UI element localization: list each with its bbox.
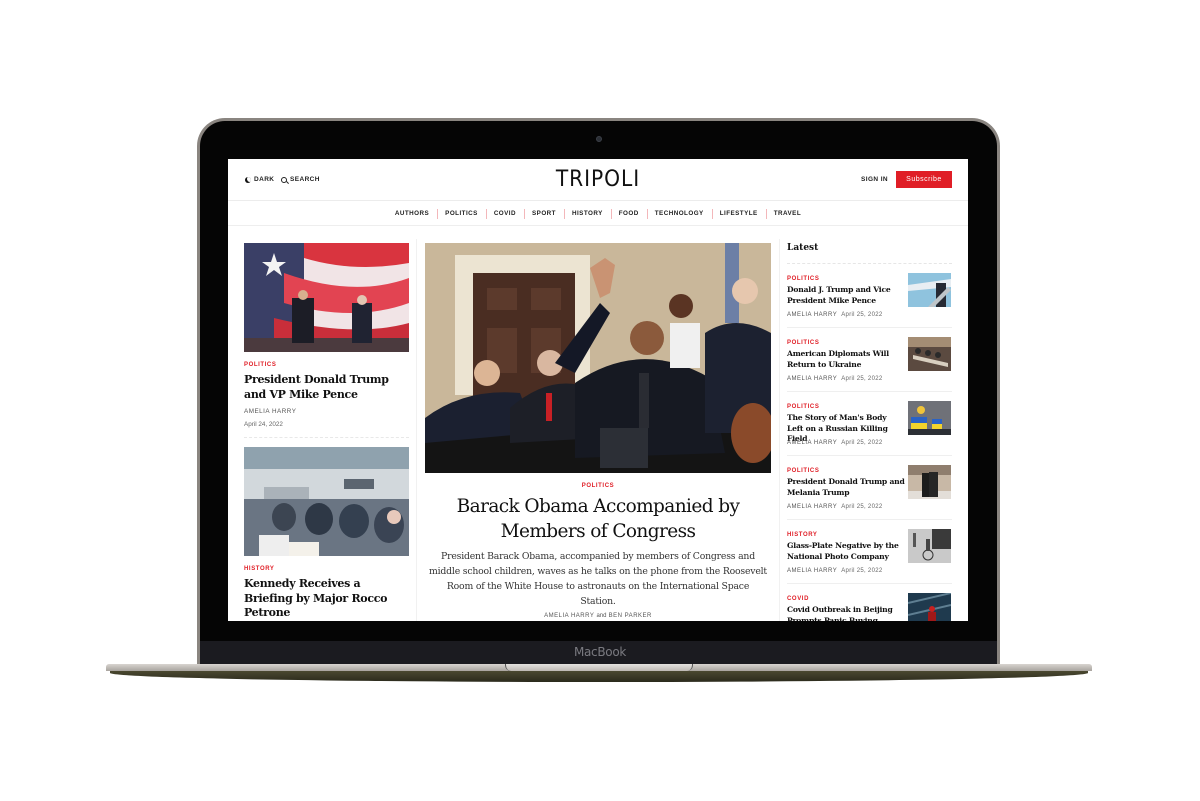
diplomats-table-photo[interactable] <box>908 337 951 371</box>
latest-category[interactable]: COVID <box>787 596 809 602</box>
laptop-hinge-notch <box>505 664 693 671</box>
latest-category[interactable]: HISTORY <box>787 532 818 538</box>
nav-item-politics[interactable]: POLITICS <box>437 209 486 219</box>
subscribe-button[interactable]: Subscribe <box>896 171 952 188</box>
featured-description: President Barack Obama, accompanied by m… <box>429 551 767 607</box>
latest-title[interactable]: Glass-Plate Negative by the National Pho… <box>787 541 905 562</box>
latest-author[interactable]: AMELIA HARRY <box>787 312 837 318</box>
nav-item-travel[interactable]: TRAVEL <box>765 209 809 219</box>
nav-item-lifestyle[interactable]: LIFESTYLE <box>711 209 766 219</box>
article-category[interactable]: POLITICS <box>244 362 409 368</box>
latest-item[interactable]: POLITICS President Donald Trump and Mela… <box>787 456 952 520</box>
obama-phone-photo[interactable] <box>425 243 771 473</box>
glass-plate-photo[interactable] <box>908 529 951 563</box>
latest-category[interactable]: POLITICS <box>787 404 819 410</box>
featured-byline: AMELIA HARRY and BEN PARKER <box>425 613 771 619</box>
latest-author[interactable]: AMELIA HARRY <box>787 568 837 574</box>
ukraine-protest-photo[interactable] <box>908 401 951 435</box>
divider <box>244 437 409 438</box>
trump-melania-photo[interactable] <box>908 465 951 499</box>
device-label: MacBook <box>573 645 627 659</box>
latest-meta: AMELIA HARRY April 25, 2022 <box>787 568 882 574</box>
nav-item-food[interactable]: FOOD <box>610 209 647 219</box>
latest-author[interactable]: AMELIA HARRY <box>787 440 837 446</box>
latest-meta: AMELIA HARRY April 25, 2022 <box>787 312 882 318</box>
latest-item[interactable]: POLITICS The Story of Man's Body Left on… <box>787 392 952 456</box>
nav-item-history[interactable]: HISTORY <box>563 209 611 219</box>
trump-pence-flag-photo[interactable] <box>244 243 409 352</box>
site-logo[interactable]: TRIPOLI <box>258 167 939 192</box>
main-nav: AUTHORS POLITICS COVID SPORT HISTORY FOO… <box>228 202 968 226</box>
latest-item[interactable]: POLITICS American Diplomats Will Return … <box>787 328 952 392</box>
latest-author[interactable]: AMELIA HARRY <box>787 504 837 510</box>
article-category[interactable]: HISTORY <box>244 566 409 572</box>
article-date: April 24, 2022 <box>244 421 283 428</box>
latest-meta: AMELIA HARRY April 25, 2022 <box>787 440 882 446</box>
moon-icon <box>245 176 251 183</box>
latest-title[interactable]: Donald J. Trump and Vice President Mike … <box>787 285 905 306</box>
latest-date: April 25, 2022 <box>841 440 883 446</box>
latest-date: April 25, 2022 <box>841 568 883 574</box>
nav-item-covid[interactable]: COVID <box>485 209 524 219</box>
byline-author[interactable]: AMELIA HARRY <box>544 613 594 619</box>
featured-article: POLITICS Barack Obama Accompanied by Mem… <box>425 243 771 619</box>
latest-category[interactable]: POLITICS <box>787 468 819 474</box>
byline-and: and <box>596 613 607 619</box>
sign-in-link[interactable]: SIGN IN <box>861 176 888 183</box>
latest-category[interactable]: POLITICS <box>787 276 819 282</box>
featured-category[interactable]: POLITICS <box>425 483 771 489</box>
latest-meta: AMELIA HARRY April 25, 2022 <box>787 504 882 510</box>
column-divider <box>416 239 417 621</box>
latest-title[interactable]: American Diplomats Will Return to Ukrain… <box>787 349 905 370</box>
latest-meta: AMELIA HARRY April 25, 2022 <box>787 376 882 382</box>
latest-date: April 25, 2022 <box>841 376 883 382</box>
article-title[interactable]: Kennedy Receives a Briefing by Major Roc… <box>244 577 409 621</box>
article-card[interactable]: POLITICS President Donald Trump and VP M… <box>244 243 409 428</box>
latest-item[interactable]: HISTORY Glass-Plate Negative by the Nati… <box>787 520 952 584</box>
article-card[interactable]: HISTORY Kennedy Receives a Briefing by M… <box>244 447 409 621</box>
kennedy-briefing-photo[interactable] <box>244 447 409 556</box>
latest-date: April 25, 2022 <box>841 312 883 318</box>
nav-item-authors[interactable]: AUTHORS <box>387 210 437 217</box>
browser-screen: DARK SEARCH TRIPOLI SIGN IN Subscribe AU… <box>228 159 968 621</box>
column-divider <box>779 239 780 621</box>
laptop-base-bottom <box>110 671 1088 682</box>
nav-item-technology[interactable]: TECHNOLOGY <box>646 209 712 219</box>
latest-item[interactable]: POLITICS Donald J. Trump and Vice Presid… <box>787 264 952 328</box>
latest-author[interactable]: AMELIA HARRY <box>787 376 837 382</box>
beijing-covid-photo[interactable] <box>908 593 951 621</box>
webcam-icon <box>596 136 602 142</box>
nav-item-sport[interactable]: SPORT <box>524 209 564 219</box>
latest-title[interactable]: Covid Outbreak in Beijing Prompts Panic … <box>787 605 905 621</box>
latest-item[interactable]: COVID Covid Outbreak in Beijing Prompts … <box>787 584 952 621</box>
article-author[interactable]: AMELIA HARRY <box>244 408 409 415</box>
latest-sidebar: Latest POLITICS Donald J. Trump and Vice… <box>787 243 952 621</box>
latest-title[interactable]: President Donald Trump and Melania Trump <box>787 477 905 498</box>
byline-author[interactable]: BEN PARKER <box>609 613 652 619</box>
featured-title[interactable]: Barack Obama Accompanied by Members of C… <box>425 494 771 544</box>
latest-heading: Latest <box>787 243 952 264</box>
latest-date: April 25, 2022 <box>841 504 883 510</box>
left-column: POLITICS President Donald Trump and VP M… <box>244 243 409 621</box>
article-title[interactable]: President Donald Trump and VP Mike Pence <box>244 373 409 402</box>
air-force-one-photo[interactable] <box>908 273 951 307</box>
latest-category[interactable]: POLITICS <box>787 340 819 346</box>
site-header: DARK SEARCH TRIPOLI SIGN IN Subscribe <box>228 159 968 201</box>
